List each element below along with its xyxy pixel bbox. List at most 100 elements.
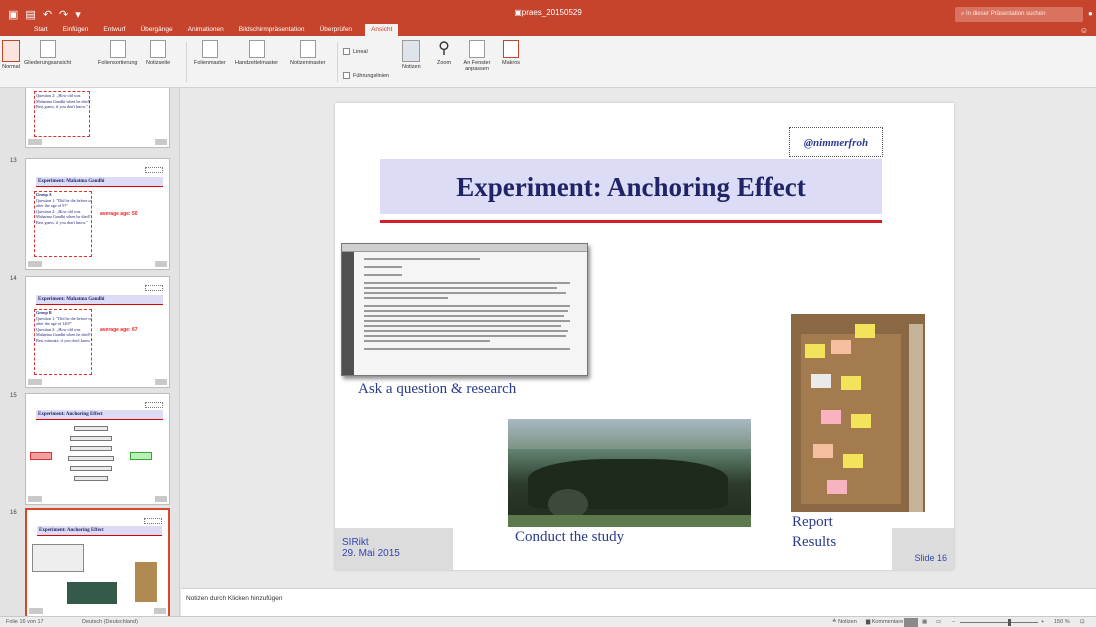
outline-view-icon — [39, 40, 56, 58]
flow-box — [70, 436, 112, 441]
twitter-handle[interactable]: @nimmerfroh — [789, 127, 883, 157]
zoom-icon: ⚲ — [438, 40, 450, 57]
slide-thumbnail[interactable]: Question 2: „How old was Mahatma Gandhi … — [25, 88, 170, 148]
handout-master-icon — [248, 40, 265, 58]
normal-view-button[interactable]: Normal — [2, 40, 20, 70]
checkbox-icon — [343, 48, 350, 55]
tab-einfuegen[interactable]: Einfügen — [61, 24, 91, 36]
slide-title: Experiment: Mahatma Gandhi — [36, 295, 163, 305]
tab-ansicht[interactable]: Ansicht — [365, 24, 399, 36]
zoom-level[interactable]: 150 % — [1054, 617, 1070, 627]
screenshot-image[interactable] — [341, 243, 588, 376]
sticky-note — [813, 444, 833, 458]
tab-entwurf[interactable]: Entwurf — [101, 24, 127, 36]
slide-title: Experiment: Anchoring Effect — [456, 172, 806, 202]
caption-results[interactable]: Results — [792, 534, 836, 551]
slide[interactable]: @nimmerfroh Experiment: Anchoring Effect — [335, 103, 954, 570]
slide-tag — [145, 402, 163, 408]
search-input[interactable]: ⌕ In dieser Präsentation suchen — [955, 7, 1083, 22]
slide-footer — [155, 261, 167, 267]
wall — [909, 324, 923, 512]
zoom-out-icon[interactable]: − — [952, 617, 955, 627]
title-placeholder[interactable]: Experiment: Anchoring Effect — [380, 159, 882, 214]
slide-footer — [28, 379, 42, 385]
slide-thumbnail[interactable]: Experiment: Mahatma Gandhi Group B Quest… — [25, 276, 170, 388]
fit-to-window-icon — [469, 40, 485, 58]
notes-pane[interactable]: Notizen durch Klicken hinzufügen — [181, 588, 1096, 616]
slide-text: Group B Question 1: "Did he die before o… — [36, 310, 93, 343]
slide-thumbnail[interactable]: Experiment: Anchoring Effect — [25, 393, 170, 505]
normal-view-icon — [2, 40, 20, 62]
ribbon-separator — [337, 42, 338, 82]
park-photo[interactable] — [508, 419, 751, 527]
zoom-slider[interactable] — [960, 622, 1038, 623]
caption-report[interactable]: Report — [792, 514, 833, 531]
tab-uebergaenge[interactable]: Übergänge — [138, 24, 174, 36]
slide-tag — [144, 518, 162, 524]
slide-number-footer[interactable]: Slide 16 — [914, 553, 947, 563]
flow-box — [130, 452, 152, 460]
macros-button[interactable]: Makros — [502, 40, 520, 66]
caption-study[interactable]: Conduct the study — [515, 529, 624, 546]
window-sidebar — [342, 252, 354, 375]
photo-thumb — [135, 562, 157, 602]
slide-footer — [29, 608, 43, 614]
notes-toggle[interactable]: ≙ Notizen — [832, 617, 857, 627]
ribbon: Normal Gliederungsansicht Foliensortieru… — [0, 36, 1096, 88]
slide-sorter-button[interactable]: Foliensortierung — [98, 40, 137, 66]
guides-checkbox[interactable]: Führungslinien — [343, 72, 389, 79]
window-toolbar — [342, 244, 587, 252]
slide-thumbnail-panel[interactable]: Question 2: „How old was Mahatma Gandhi … — [0, 88, 180, 618]
zoom-in-icon[interactable]: + — [1041, 617, 1044, 627]
photo-thumb — [67, 582, 117, 604]
sticky-note — [843, 454, 863, 468]
notes-master-icon — [299, 40, 316, 58]
language-status[interactable]: Deutsch (Deutschland) — [82, 617, 138, 627]
fit-to-window-button[interactable]: An Fenster anpassen — [457, 40, 497, 72]
slide-footer — [155, 379, 167, 385]
footer-text[interactable]: SIRikt 29. Mai 2015 — [342, 537, 400, 559]
normal-view-status-button[interactable] — [904, 618, 918, 627]
slide-title: Experiment: Anchoring Effect — [37, 526, 162, 536]
reading-view-icon[interactable]: ▭ — [936, 617, 941, 627]
slide-sorter-icon[interactable]: ▦ — [922, 617, 927, 627]
flow-box — [68, 456, 114, 461]
slide-master-button[interactable]: Folienmaster — [194, 40, 226, 66]
slide-footer — [155, 496, 167, 502]
notes-page-button[interactable]: Notizseite — [146, 40, 170, 66]
slide-footer — [28, 139, 42, 145]
outline-view-button[interactable]: Gliederungsansicht — [24, 40, 71, 66]
slide-master-icon — [201, 40, 218, 58]
caption-research[interactable]: Ask a question & research — [358, 381, 516, 398]
slide-thumbnail[interactable]: Experiment: Mahatma Gandhi Group A Quest… — [25, 158, 170, 270]
slide-number: 15 — [10, 393, 17, 399]
slide-number: 16 — [10, 510, 17, 516]
slide-footer — [28, 261, 42, 267]
fit-window-icon[interactable]: ⊡ — [1080, 617, 1085, 627]
title-bar: ▣ ▤ ↶ ↷ ▾ ▣ praes_20150529 ⌕ In dieser P… — [0, 0, 1096, 36]
notes-master-button[interactable]: Notizenmaster — [290, 40, 325, 66]
document-icon: ▣ — [514, 8, 522, 17]
flow-box — [74, 476, 108, 481]
slide-number: 14 — [10, 276, 17, 282]
sticky-note — [827, 480, 847, 494]
tab-ueberpruefen[interactable]: Überprüfen — [318, 24, 355, 36]
handout-master-button[interactable]: Handzettelmaster — [235, 40, 278, 66]
ruler-checkbox[interactable]: Lineal — [343, 48, 368, 55]
tab-bildschirmpraesentation[interactable]: Bildschirmpräsentation — [237, 24, 307, 36]
user-icon[interactable]: ● — [1088, 9, 1093, 18]
footer-panel — [892, 528, 954, 570]
sticky-note — [855, 324, 875, 338]
tab-start[interactable]: Start — [32, 24, 50, 36]
smiley-icon[interactable]: ☺ — [1080, 26, 1088, 35]
zoom-slider-handle[interactable] — [1008, 619, 1011, 626]
flow-box — [70, 446, 112, 451]
zoom-button[interactable]: ⚲ Zoom — [436, 40, 452, 66]
comments-toggle[interactable]: ▆ Kommentare — [866, 617, 903, 627]
slide-thumbnail-selected[interactable]: Experiment: Anchoring Effect — [25, 508, 170, 618]
tab-animationen[interactable]: Animationen — [186, 24, 226, 36]
slide-info: Folie 16 von 17 — [6, 619, 44, 625]
notes-icon — [402, 40, 421, 62]
corkboard-photo[interactable] — [791, 314, 925, 512]
notes-button[interactable]: Notizen — [402, 40, 421, 70]
